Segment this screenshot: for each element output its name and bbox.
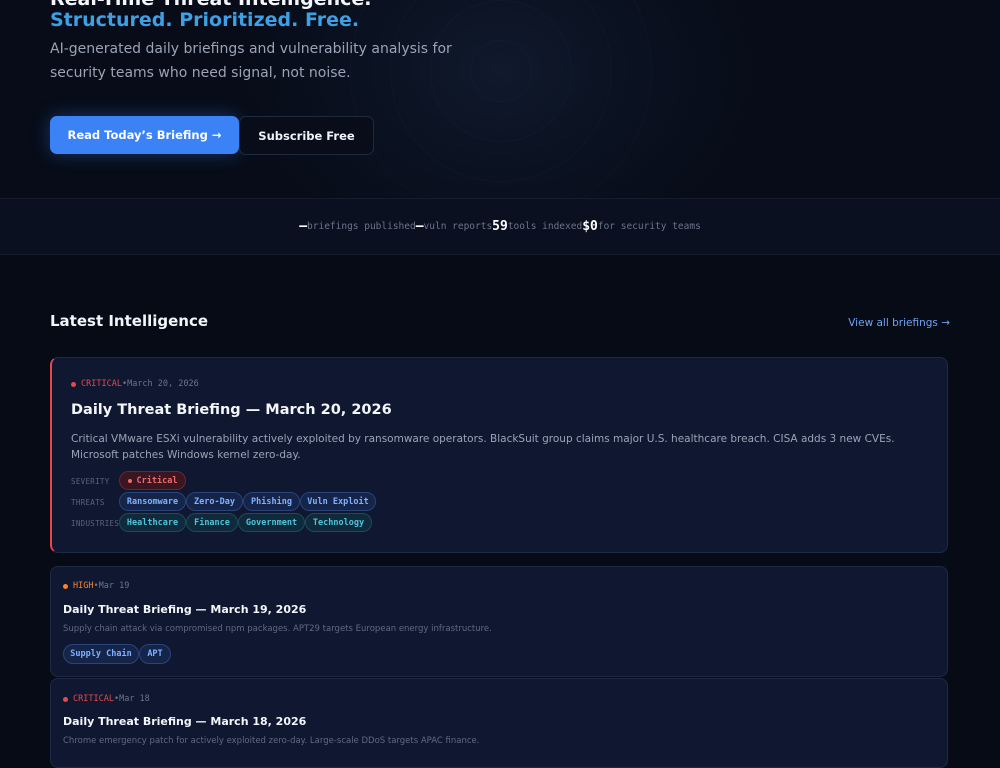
- briefing-title[interactable]: Daily Threat Briefing — March 18, 2026: [63, 715, 306, 728]
- briefing-meta: CRITICAL • March 20, 2026: [71, 379, 199, 389]
- briefing-card[interactable]: CRITICAL • Mar 18 Daily Threat Briefing …: [50, 678, 948, 768]
- severity-tag-label: Critical: [136, 475, 178, 486]
- stat-vuln-label: vuln reports: [423, 221, 493, 232]
- hero-section: Real-Time Threat Intelligence. Structure…: [0, 0, 1000, 198]
- briefing-title[interactable]: Daily Threat Briefing — March 20, 2026: [71, 402, 392, 418]
- stat-cost-value: $0: [582, 219, 598, 234]
- stat-briefings-value: —: [299, 219, 308, 234]
- read-briefing-button[interactable]: Read Today’s Briefing →: [50, 116, 239, 154]
- briefing-date: March 20, 2026: [127, 379, 199, 389]
- briefing-meta: CRITICAL • Mar 18: [63, 694, 150, 704]
- briefing-summary: Supply chain attack via compromised npm …: [63, 624, 492, 634]
- featured-briefing-card[interactable]: CRITICAL • March 20, 2026 Daily Threat B…: [50, 357, 948, 553]
- stat-tools-value: 59: [492, 219, 508, 234]
- stats-bar: — briefings published — vuln reports 59 …: [0, 198, 1000, 255]
- severity-label: CRITICAL: [81, 379, 122, 389]
- critical-dot-icon: [127, 478, 132, 483]
- threat-tag[interactable]: Zero-Day: [186, 492, 243, 511]
- threat-tag[interactable]: Supply Chain: [63, 644, 139, 664]
- severity-label: CRITICAL: [73, 694, 114, 704]
- hero-subtitle: Structured. Prioritized. Free.: [50, 9, 360, 31]
- briefing-title[interactable]: Daily Threat Briefing — March 19, 2026: [63, 603, 306, 616]
- briefing-date: Mar 18: [119, 694, 150, 704]
- severity-row-label: SEVERITY: [71, 477, 110, 486]
- severity-dot-icon: [63, 583, 68, 589]
- threat-tag[interactable]: Phishing: [243, 492, 300, 511]
- threat-tag[interactable]: Vuln Exploit: [300, 492, 376, 511]
- severity-label: HIGH: [73, 581, 94, 591]
- background-ring: [350, 0, 652, 198]
- severity-dot-icon: [63, 696, 68, 702]
- briefing-summary: Critical VMware ESXi vulnerability activ…: [71, 433, 895, 461]
- hero-description: AI-generated daily briefings and vulnera…: [50, 41, 452, 81]
- threat-tag[interactable]: APT: [139, 644, 171, 664]
- industry-tag[interactable]: Healthcare: [119, 513, 186, 532]
- severity-dot-icon: [71, 381, 76, 387]
- stat-tools-label: tools indexed: [507, 221, 583, 232]
- severity-tag[interactable]: Critical: [119, 471, 186, 490]
- subscribe-button[interactable]: Subscribe Free: [239, 116, 374, 155]
- industry-tag[interactable]: Government: [238, 513, 305, 532]
- briefing-summary: Chrome emergency patch for actively expl…: [63, 736, 480, 746]
- briefing-card[interactable]: HIGH • Mar 19 Daily Threat Briefing — Ma…: [50, 566, 948, 677]
- view-all-link[interactable]: View all briefings →: [848, 317, 950, 329]
- section-title: Latest Intelligence: [50, 312, 209, 330]
- stat-cost-label: for security teams: [597, 221, 701, 232]
- threat-tag[interactable]: Ransomware: [119, 492, 186, 511]
- briefing-date: Mar 19: [98, 581, 130, 591]
- stat-briefings-label: briefings published: [307, 221, 416, 232]
- threats-row-label: THREATS: [71, 498, 105, 507]
- stat-vuln-value: —: [415, 219, 424, 234]
- industry-tag[interactable]: Finance: [186, 513, 238, 532]
- briefing-meta: HIGH • Mar 19: [63, 581, 129, 591]
- industries-row-label: INDUSTRIES: [71, 519, 120, 528]
- industry-tag[interactable]: Technology: [305, 513, 372, 532]
